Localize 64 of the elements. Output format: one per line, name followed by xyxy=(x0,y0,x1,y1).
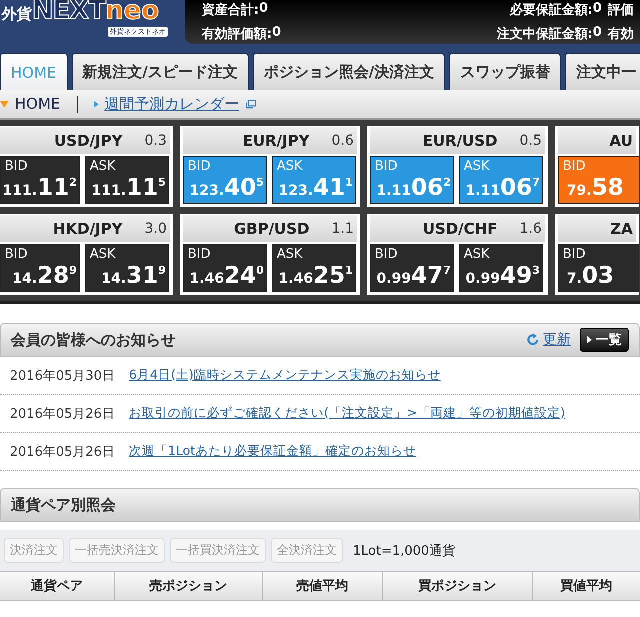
price-button[interactable]: BID 0.9947$^{7}$ xyxy=(370,244,454,292)
column-header: 売ポジション xyxy=(115,572,263,600)
nav-tab[interactable]: スワップ振替 xyxy=(449,53,562,90)
notice-date: 2016年05月30日 xyxy=(10,368,116,384)
account-label: 評価 xyxy=(608,2,634,19)
notice-date: 2016年05月26日 xyxy=(10,406,116,422)
price-button[interactable]: BID 123.40$^{5}$ xyxy=(183,156,267,204)
external-window-icon xyxy=(246,100,256,108)
account-value: 0 xyxy=(592,1,602,18)
nav-tab[interactable]: 新規注文/スピード注文 xyxy=(72,53,249,90)
nav-tab[interactable]: 注文中一 xyxy=(565,53,640,90)
price-button[interactable]: BID 1.1106$^{2}$ xyxy=(370,156,454,204)
currency-pair: GBP/USD xyxy=(234,220,310,238)
list-button[interactable]: 一覧 xyxy=(580,328,629,352)
refresh-icon xyxy=(526,333,540,347)
account-value: 0 xyxy=(272,25,282,42)
column-header: 買ポジション xyxy=(383,572,533,600)
price-button[interactable]: ASK 0.9949$^{3}$ xyxy=(459,244,543,292)
spread-value: 1.6 xyxy=(520,220,542,236)
spread-value: 0.3 xyxy=(144,132,167,148)
calendar-link[interactable]: 週間予測カレンダー xyxy=(104,94,240,114)
lot-note: 1Lot=1,000通貨 xyxy=(353,542,456,560)
section-title: 通貨ペア別照会 xyxy=(11,496,116,514)
account-value: 0 xyxy=(259,1,268,18)
currency-pair: HKD/JPY xyxy=(53,220,123,238)
section-title: 会員の皆様へのお知らせ xyxy=(11,330,176,350)
caret-down-icon xyxy=(0,100,9,108)
notice-link[interactable]: 6月4日(土)臨時システムメンテナンス実施のお知らせ xyxy=(129,367,441,384)
notice-link[interactable]: 次週「1Lotあたり必要保証金額」確定のお知らせ xyxy=(129,443,416,460)
spread-value: 3.0 xyxy=(144,220,167,236)
account-label: 有効 xyxy=(608,26,634,43)
column-header: 通貨ペア xyxy=(0,572,115,600)
account-label: 資産合計: xyxy=(202,2,260,19)
column-header: 買値平均 xyxy=(560,578,614,596)
notice-link[interactable]: お取引の前に必ずご確認ください(「注文設定」>「両建」等の初期値設定) xyxy=(129,405,566,422)
price-button[interactable]: ASK 1.4625$^{1}$ xyxy=(272,244,356,292)
price-button[interactable]: BID 14.28$^{9}$ xyxy=(0,244,80,292)
account-label: 必要保証金額: xyxy=(510,2,593,19)
price-button[interactable]: BID 111.11$^{2}$ xyxy=(0,156,80,204)
account-value: 0 xyxy=(592,25,602,42)
currency-pair: EUR/USD xyxy=(422,132,498,150)
nav-tab[interactable]: ポジション照会/決済注文 xyxy=(253,53,446,90)
spread-value: 0.6 xyxy=(332,132,354,148)
currency-pair: USD/JPY xyxy=(54,132,123,150)
price-button[interactable]: ASK 1.1106$^{7}$ xyxy=(459,156,543,204)
price-button[interactable]: ASK 123.41$^{1}$ xyxy=(272,156,356,204)
price-button[interactable]: ASK 111.11$^{5}$ xyxy=(85,156,169,204)
price-button[interactable]: BID 7.03 xyxy=(558,244,639,292)
price-button[interactable]: BID 1.4624$^{0}$ xyxy=(183,244,267,292)
currency-pair: EUR/JPY xyxy=(242,132,310,150)
breadcrumb-current: HOME xyxy=(15,95,61,113)
play-arrow-icon xyxy=(587,336,592,344)
refresh-link[interactable]: 更新 xyxy=(543,331,571,349)
account-label: 有効評価額: xyxy=(202,26,272,43)
spread-value: 0.5 xyxy=(520,132,542,148)
price-button[interactable]: ASK 14.31$^{9}$ xyxy=(85,244,169,292)
currency-pair: USD/CHF xyxy=(423,220,498,238)
caret-right-icon xyxy=(94,100,99,108)
notice-date: 2016年05月26日 xyxy=(10,444,116,460)
currency-pair: ZA xyxy=(610,220,633,238)
currency-pair: AU xyxy=(610,132,633,150)
account-label: 注文中保証金額: xyxy=(496,26,593,43)
column-header: 売値平均 xyxy=(263,572,383,600)
spread-value: 1.1 xyxy=(332,220,354,236)
